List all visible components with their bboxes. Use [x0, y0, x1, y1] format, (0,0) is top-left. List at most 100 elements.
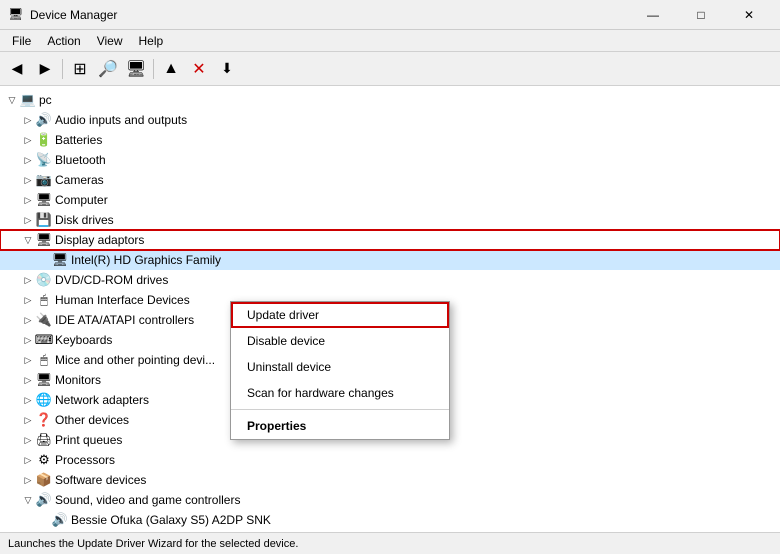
- item-icon-diskdrives: 💾: [36, 212, 52, 228]
- menu-bar: File Action View Help: [0, 30, 780, 52]
- status-bar: Launches the Update Driver Wizard for th…: [0, 532, 780, 554]
- title-bar-text: Device Manager: [30, 8, 630, 22]
- item-label-pc: pc: [39, 93, 52, 107]
- tree-item-cameras[interactable]: ▷📷Cameras: [0, 170, 780, 190]
- expand-icon-bluetooth[interactable]: ▷: [20, 152, 36, 168]
- expand-icon-humaninterface[interactable]: ▷: [20, 292, 36, 308]
- context-menu-item-disable[interactable]: Disable device: [231, 328, 449, 354]
- menu-view[interactable]: View: [89, 32, 131, 50]
- maximize-button[interactable]: □: [678, 0, 724, 30]
- item-label-cameras: Cameras: [55, 173, 104, 187]
- tree-item-software[interactable]: ▷📦Software devices: [0, 470, 780, 490]
- expand-icon-keyboards[interactable]: ▷: [20, 332, 36, 348]
- close-button[interactable]: ✕: [726, 0, 772, 30]
- expand-icon-printqueues[interactable]: ▷: [20, 432, 36, 448]
- item-icon-pc: 💻: [20, 92, 36, 108]
- tree-item-bessie1[interactable]: 🔊Bessie Ofuka (Galaxy S5) A2DP SNK: [0, 510, 780, 530]
- expand-icon-ideata[interactable]: ▷: [20, 312, 36, 328]
- menu-file[interactable]: File: [4, 32, 39, 50]
- item-label-other: Other devices: [55, 413, 129, 427]
- expand-icon-intelhd: [36, 252, 52, 268]
- expand-icon-audio[interactable]: ▷: [20, 112, 36, 128]
- item-icon-printqueues: 🖨: [36, 432, 52, 448]
- device-tree[interactable]: ▽💻pc▷🔊Audio inputs and outputs▷🔋Batterie…: [0, 86, 780, 532]
- item-icon-monitors: 🖥: [36, 372, 52, 388]
- item-label-diskdrives: Disk drives: [55, 213, 114, 227]
- tree-item-processors[interactable]: ▷⚙Processors: [0, 450, 780, 470]
- menu-help[interactable]: Help: [131, 32, 172, 50]
- context-menu-item-properties[interactable]: Properties: [231, 413, 449, 439]
- expand-icon-displayadaptors[interactable]: ▽: [20, 232, 36, 248]
- toolbar-delete[interactable]: ✕: [186, 56, 212, 82]
- expand-icon-computer[interactable]: ▷: [20, 192, 36, 208]
- item-label-mice: Mice and other pointing devi...: [55, 353, 215, 367]
- expand-icon-bessie1: [36, 512, 52, 528]
- tree-item-diskdrives[interactable]: ▷💾Disk drives: [0, 210, 780, 230]
- expand-icon-mice[interactable]: ▷: [20, 352, 36, 368]
- expand-icon-sound[interactable]: ▽: [20, 492, 36, 508]
- expand-icon-cameras[interactable]: ▷: [20, 172, 36, 188]
- toolbar: ◀ ▶ ⊞ 🔎 🖥 ▲ ✕ ⬇: [0, 52, 780, 86]
- context-menu-item-update[interactable]: Update driver: [231, 302, 449, 328]
- item-icon-processors: ⚙: [36, 452, 52, 468]
- item-label-printqueues: Print queues: [55, 433, 122, 447]
- toolbar-down[interactable]: ⬇: [214, 56, 240, 82]
- tree-item-intelhd[interactable]: 🖥Intel(R) HD Graphics Family: [0, 250, 780, 270]
- item-label-dvdcdrom: DVD/CD-ROM drives: [55, 273, 168, 287]
- toolbar-properties[interactable]: ⊞: [67, 56, 93, 82]
- item-label-keyboards: Keyboards: [55, 333, 112, 347]
- item-label-processors: Processors: [55, 453, 115, 467]
- toolbar-separator-2: [153, 59, 154, 79]
- expand-icon-processors[interactable]: ▷: [20, 452, 36, 468]
- expand-icon-dvdcdrom[interactable]: ▷: [20, 272, 36, 288]
- item-icon-other: ❓: [36, 412, 52, 428]
- item-label-computer: Computer: [55, 193, 108, 207]
- context-menu: Update driverDisable deviceUninstall dev…: [230, 301, 450, 440]
- expand-icon-batteries[interactable]: ▷: [20, 132, 36, 148]
- item-icon-keyboards: ⌨: [36, 332, 52, 348]
- tree-item-computer[interactable]: ▷🖥Computer: [0, 190, 780, 210]
- window-controls: — □ ✕: [630, 0, 772, 30]
- menu-action[interactable]: Action: [39, 32, 88, 50]
- minimize-button[interactable]: —: [630, 0, 676, 30]
- item-icon-ideata: 🔌: [36, 312, 52, 328]
- tree-item-dvdcdrom[interactable]: ▷💿DVD/CD-ROM drives: [0, 270, 780, 290]
- item-icon-cameras: 📷: [36, 172, 52, 188]
- tree-item-displayadaptors[interactable]: ▽🖥Display adaptors: [0, 230, 780, 250]
- app-icon: 🖥: [8, 7, 24, 23]
- tree-item-pc[interactable]: ▽💻pc: [0, 90, 780, 110]
- tree-item-audio[interactable]: ▷🔊Audio inputs and outputs: [0, 110, 780, 130]
- item-icon-sound: 🔊: [36, 492, 52, 508]
- tree-item-bluetooth[interactable]: ▷📡Bluetooth: [0, 150, 780, 170]
- toolbar-monitor[interactable]: 🖥: [123, 56, 149, 82]
- tree-item-sound[interactable]: ▽🔊Sound, video and game controllers: [0, 490, 780, 510]
- item-label-bessie1: Bessie Ofuka (Galaxy S5) A2DP SNK: [71, 513, 271, 527]
- item-icon-batteries: 🔋: [36, 132, 52, 148]
- item-label-software: Software devices: [55, 473, 146, 487]
- item-icon-audio: 🔊: [36, 112, 52, 128]
- item-label-intelhd: Intel(R) HD Graphics Family: [71, 253, 221, 267]
- expand-icon-software[interactable]: ▷: [20, 472, 36, 488]
- context-menu-item-uninstall[interactable]: Uninstall device: [231, 354, 449, 380]
- toolbar-search[interactable]: 🔎: [95, 56, 121, 82]
- expand-icon-other[interactable]: ▷: [20, 412, 36, 428]
- toolbar-back[interactable]: ◀: [4, 56, 30, 82]
- item-icon-bessie1: 🔊: [52, 512, 68, 528]
- expand-icon-network[interactable]: ▷: [20, 392, 36, 408]
- toolbar-up[interactable]: ▲: [158, 56, 184, 82]
- expand-icon-pc[interactable]: ▽: [4, 92, 20, 108]
- tree-item-batteries[interactable]: ▷🔋Batteries: [0, 130, 780, 150]
- context-menu-item-scan[interactable]: Scan for hardware changes: [231, 380, 449, 406]
- item-icon-dvdcdrom: 💿: [36, 272, 52, 288]
- tree-item-bessie2[interactable]: 🔊Bessie Ofuka (Galaxy S5) Hands-Free HF …: [0, 530, 780, 532]
- item-label-audio: Audio inputs and outputs: [55, 113, 187, 127]
- item-label-monitors: Monitors: [55, 373, 101, 387]
- toolbar-forward[interactable]: ▶: [32, 56, 58, 82]
- item-icon-bluetooth: 📡: [36, 152, 52, 168]
- expand-icon-monitors[interactable]: ▷: [20, 372, 36, 388]
- expand-icon-diskdrives[interactable]: ▷: [20, 212, 36, 228]
- item-icon-network: 🌐: [36, 392, 52, 408]
- item-icon-intelhd: 🖥: [52, 252, 68, 268]
- item-label-displayadaptors: Display adaptors: [55, 233, 144, 247]
- item-icon-mice: 🖱: [36, 352, 52, 368]
